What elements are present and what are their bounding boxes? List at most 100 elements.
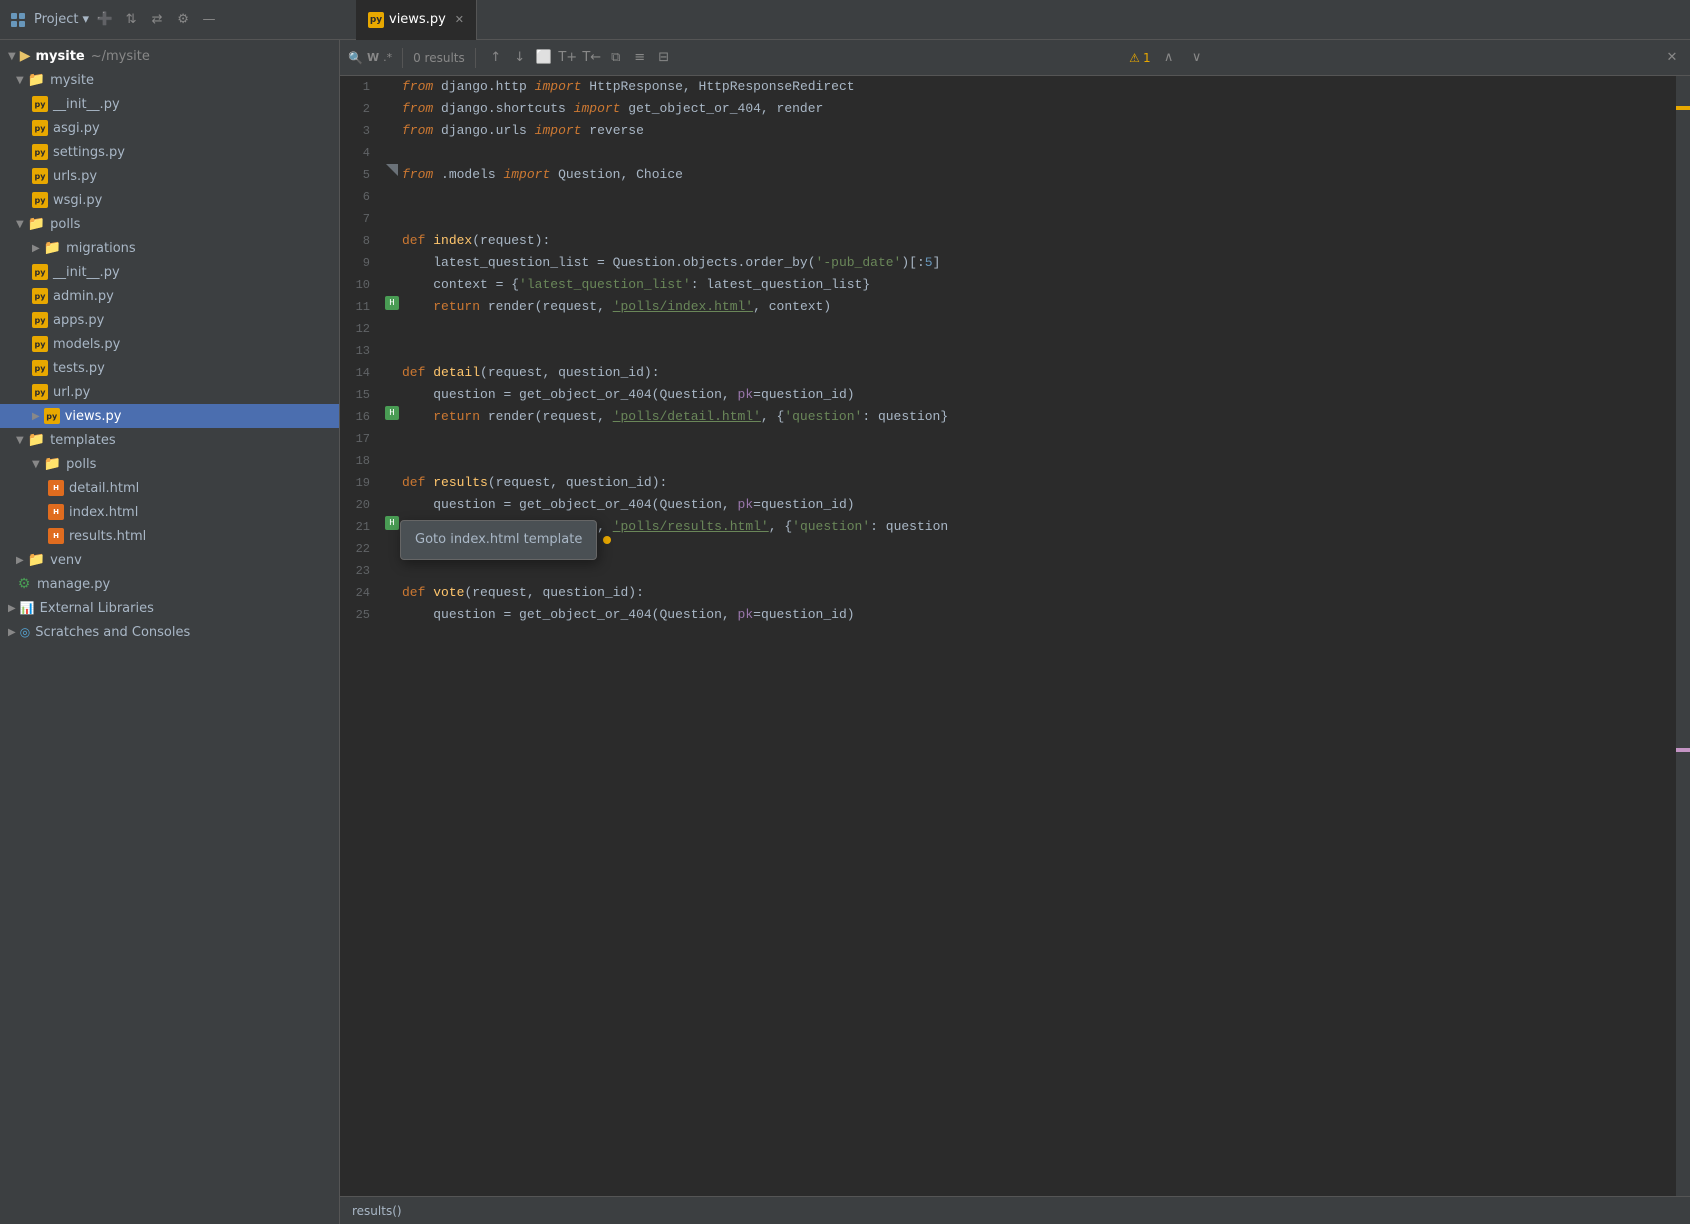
sidebar-item-init-polls[interactable]: py __init__.py [0,260,339,284]
warning-badge: ⚠ 1 [1129,51,1150,65]
sidebar-item-templates[interactable]: ▼ 📁 templates [0,428,339,452]
line-content-23 [402,560,1676,582]
regex-button[interactable]: .* [383,51,392,64]
editor-right-scrollbar[interactable] [1676,76,1690,1196]
sidebar-root[interactable]: ▼ ▶ mysite ~/mysite [0,44,339,68]
sidebar-item-wsgi[interactable]: py wsgi.py [0,188,339,212]
sidebar-item-mysite-inner[interactable]: ▼ 📁 mysite [0,68,339,92]
sidebar-item-label: Scratches and Consoles [35,625,190,640]
root-name: mysite [35,49,84,64]
add-icon[interactable]: ➕ [95,10,115,30]
sidebar-item-label: migrations [66,241,136,256]
sidebar-item-apps[interactable]: py apps.py [0,308,339,332]
line-content-20: question = get_object_or_404(Question, p… [402,494,1676,516]
scratches-icon: ◎ [20,625,30,639]
sidebar-item-tests[interactable]: py tests.py [0,356,339,380]
line-num-5: 5 [340,164,382,186]
expand-button[interactable]: ⬜ [534,48,554,68]
line-num-18: 18 [340,450,382,472]
search-divider [402,48,403,68]
sidebar-item-urls[interactable]: py urls.py [0,164,339,188]
mysite-inner-folder-icon: 📁 [28,72,45,88]
word-match-button[interactable]: W [367,51,379,64]
sync-icon[interactable]: ⇅ [121,10,141,30]
prev-result-button[interactable]: ↑ [486,48,506,68]
sidebar-item-scratches[interactable]: ▶ ◎ Scratches and Consoles [0,620,339,644]
prev-occurrence-button[interactable]: T← [582,48,602,68]
line-num-2: 2 [340,98,382,120]
code-content: 1 from django.http import HttpResponse, … [340,76,1676,626]
goto-template-tooltip[interactable]: Goto index.html template [400,520,597,560]
line-num-6: 6 [340,186,382,208]
sidebar-item-manage[interactable]: ⚙ manage.py [0,572,339,596]
tab-close-button[interactable]: ✕ [455,13,464,26]
warning-marker2 [1676,748,1690,752]
sidebar-item-polls-templates[interactable]: ▼ 📁 polls [0,452,339,476]
manage-icon: ⚙ [16,576,32,592]
code-line-25: 25 question = get_object_or_404(Question… [340,604,1676,626]
code-editor[interactable]: 1 from django.http import HttpResponse, … [340,76,1676,1196]
editor-area: 🔍 W .* 0 results ↑ ↓ ⬜ T+ T← ⧉ ≡ ⊟ ⚠ 1 [340,40,1690,1224]
line-num-9: 9 [340,252,382,274]
sidebar-item-models[interactable]: py models.py [0,332,339,356]
settings-icon[interactable]: ⚙ [173,10,193,30]
sidebar-item-admin[interactable]: py admin.py [0,284,339,308]
sidebar-item-label: views.py [65,409,122,424]
html-file-icon: H [48,480,64,496]
sidebar-item-migrations[interactable]: ▶ 📁 migrations [0,236,339,260]
sidebar-item-url[interactable]: py url.py [0,380,339,404]
line-content-16: return render(request, 'polls/detail.htm… [402,406,1676,428]
next-result-button[interactable]: ↓ [510,48,530,68]
sidebar-item-detail-html[interactable]: H detail.html [0,476,339,500]
line-num-10: 10 [340,274,382,296]
split-icon[interactable]: ⇄ [147,10,167,30]
sidebar-item-label: urls.py [53,169,97,184]
project-dropdown[interactable]: Project ▾ [34,12,89,27]
line-content-19: def results(request, question_id): [402,472,1676,494]
search-button[interactable]: 🔍 [348,51,363,65]
line-num-24: 24 [340,582,382,604]
sidebar-item-polls[interactable]: ▼ 📁 polls [0,212,339,236]
line-num-1: 1 [340,76,382,98]
line-content-24: def vote(request, question_id): [402,582,1676,604]
external-libs-chevron: ▶ [8,603,16,614]
line-content-13 [402,340,1676,362]
select-all-button[interactable]: ⧉ [606,48,626,68]
code-line-4: 4 [340,142,1676,164]
search-bar: 🔍 W .* 0 results ↑ ↓ ⬜ T+ T← ⧉ ≡ ⊟ ⚠ 1 [340,40,1690,76]
sidebar-item-label: detail.html [69,481,139,496]
minimize-icon[interactable]: — [199,10,219,30]
sidebar-item-external-libs[interactable]: ▶ 📊 External Libraries [0,596,339,620]
search-close-button[interactable]: ✕ [1662,48,1682,68]
line-content-5: from .models import Question, Choice [402,164,1676,186]
sidebar-item-label: apps.py [53,313,104,328]
py-file-icon: py [32,264,48,280]
sidebar-item-label: venv [50,553,82,568]
sidebar-item-index-html[interactable]: H index.html [0,500,339,524]
nav-down-button[interactable]: ∨ [1187,48,1207,68]
sidebar-item-settings[interactable]: py settings.py [0,140,339,164]
code-line-15: 15 question = get_object_or_404(Question… [340,384,1676,406]
project-label-text: Project [34,12,78,27]
tab-views-py[interactable]: py views.py ✕ [356,0,477,40]
sidebar-item-results-html[interactable]: H results.html [0,524,339,548]
line-content-10: context = {'latest_question_list': lates… [402,274,1676,296]
sidebar-item-label: manage.py [37,577,110,592]
warning-marker [1676,106,1690,110]
add-occurrence-button[interactable]: T+ [558,48,578,68]
sidebar-item-venv[interactable]: ▶ 📁 venv [0,548,339,572]
tab-file-icon: py [368,12,384,28]
nav-up-button[interactable]: ∧ [1159,48,1179,68]
py-file-icon: py [32,336,48,352]
html-file-icon: H [48,528,64,544]
sidebar-item-asgi[interactable]: py asgi.py [0,116,339,140]
py-file-icon: py [44,408,60,424]
templates-chevron: ▼ [16,435,24,446]
py-file-icon: py [32,360,48,376]
filter-button[interactable]: ⊟ [654,48,674,68]
case-sensitive-button[interactable]: ≡ [630,48,650,68]
code-line-2: 2 from django.shortcuts import get_objec… [340,98,1676,120]
code-line-17: 17 [340,428,1676,450]
sidebar-item-views[interactable]: ▶ py views.py [0,404,339,428]
sidebar-item-init-mysite[interactable]: py __init__.py [0,92,339,116]
